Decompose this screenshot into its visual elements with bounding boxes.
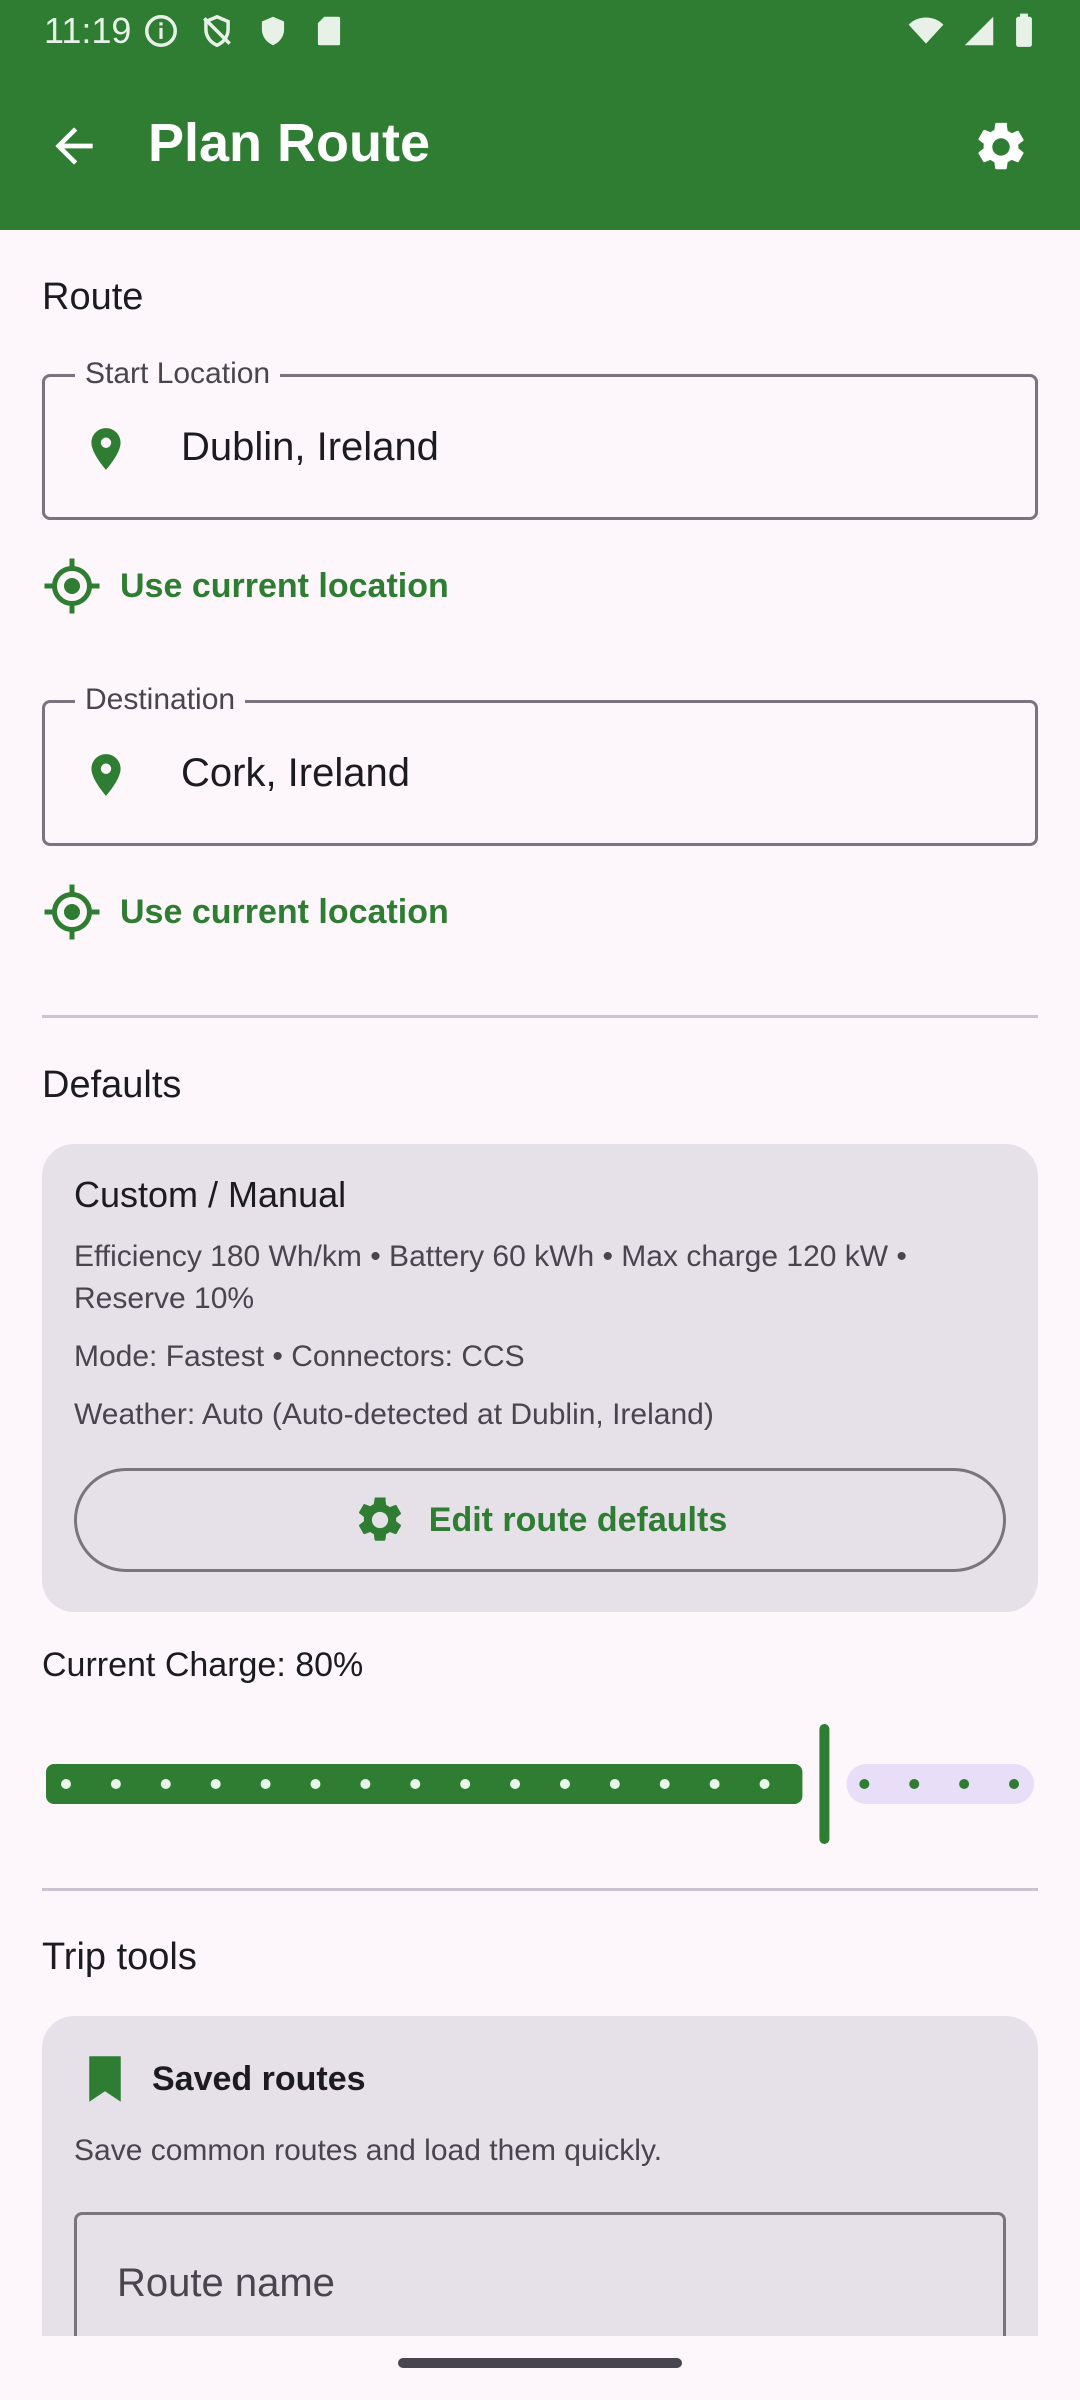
app-bar: 11:19 Plan Route: [0, 0, 1080, 230]
slider-tick: [310, 1779, 321, 1789]
slider-tick: [260, 1779, 271, 1789]
destination-label: Destination: [75, 683, 246, 717]
trip-tools-section-title: Trip tools: [42, 1936, 197, 1978]
use-current-location-start[interactable]: Use current location: [42, 556, 449, 616]
location-pin-icon: [91, 428, 121, 470]
divider: [42, 1015, 1038, 1018]
slider-tick: [410, 1779, 421, 1789]
slider-inactive-track: [846, 1764, 1034, 1804]
battery-icon: [1016, 13, 1032, 47]
saved-routes-description: Save common routes and load them quickly…: [74, 2134, 663, 2167]
saved-routes-title: Saved routes: [152, 2059, 366, 2098]
my-location-icon: [44, 558, 100, 614]
use-current-location-destination[interactable]: Use current location: [42, 882, 449, 942]
defaults-section-title: Defaults: [42, 1064, 182, 1106]
destination-value: Cork, Ireland: [181, 751, 410, 795]
status-bar: 11:19: [0, 0, 1080, 60]
gesture-nav-bar: [0, 2336, 1080, 2400]
location-pin-icon: [91, 754, 121, 796]
slider-tick: [859, 1779, 870, 1789]
destination-field[interactable]: Destination Cork, Ireland: [42, 683, 1038, 846]
slider-tick: [709, 1779, 720, 1789]
signal-icon: [964, 16, 994, 46]
back-arrow-icon[interactable]: [46, 118, 102, 174]
defaults-profile: Custom / Manual: [74, 1174, 347, 1215]
edit-route-defaults-label: Edit route defaults: [428, 1500, 728, 1539]
edit-route-defaults-button[interactable]: Edit route defaults: [74, 1468, 1006, 1572]
use-current-location-label: Use current location: [120, 892, 449, 931]
start-location-label: Start Location: [75, 357, 281, 391]
bookmark-icon: [89, 2056, 121, 2102]
info-icon: [145, 15, 177, 47]
route-name-placeholder: Route name: [117, 2261, 335, 2305]
defaults-mode: Mode: Fastest • Connectors: CCS: [74, 1340, 525, 1373]
status-time: 11:19: [44, 10, 132, 51]
saved-routes-header: Saved routes: [84, 2054, 366, 2104]
home-gesture-handle[interactable]: [398, 2358, 682, 2368]
defaults-card: Custom / Manual Efficiency 180 Wh/km • B…: [42, 1144, 1038, 1612]
wifi-icon: [908, 17, 944, 44]
start-location-value: Dublin, Ireland: [181, 425, 439, 469]
defaults-specs: Efficiency 180 Wh/km • Battery 60 kWh • …: [74, 1240, 907, 1315]
shield-icon: [261, 16, 285, 46]
slider-tick: [510, 1779, 521, 1789]
slider-tick: [61, 1779, 71, 1789]
route-section-title: Route: [42, 276, 144, 318]
slider-tick: [460, 1779, 471, 1789]
use-current-location-label: Use current location: [120, 566, 449, 605]
slider-tick: [210, 1779, 221, 1789]
slider-tick: [160, 1779, 171, 1789]
shield-off-icon: [203, 14, 231, 48]
charge-slider[interactable]: [42, 1722, 1038, 1846]
slider-thumb[interactable]: [819, 1724, 830, 1844]
slider-tick: [110, 1779, 121, 1789]
settings-gear-icon[interactable]: [972, 118, 1030, 176]
start-location-field[interactable]: Start Location Dublin, Ireland: [42, 357, 1038, 520]
slider-tick: [609, 1779, 620, 1789]
divider: [42, 1888, 1038, 1891]
slider-tick: [759, 1779, 770, 1789]
slider-active-track: [46, 1764, 803, 1804]
slider-tick: [1009, 1779, 1019, 1789]
sd-card-icon: [317, 16, 341, 46]
current-charge-label: Current Charge: 80%: [42, 1646, 364, 1684]
slider-tick: [909, 1779, 920, 1789]
gear-icon: [358, 1497, 401, 1541]
defaults-weather: Weather: Auto (Auto-detected at Dublin, …: [74, 1398, 714, 1431]
slider-tick: [360, 1779, 371, 1789]
slider-tick: [959, 1779, 970, 1789]
slider-tick: [559, 1779, 570, 1789]
page-title: Plan Route: [148, 113, 431, 173]
slider-tick: [659, 1779, 670, 1789]
my-location-icon: [44, 884, 100, 940]
